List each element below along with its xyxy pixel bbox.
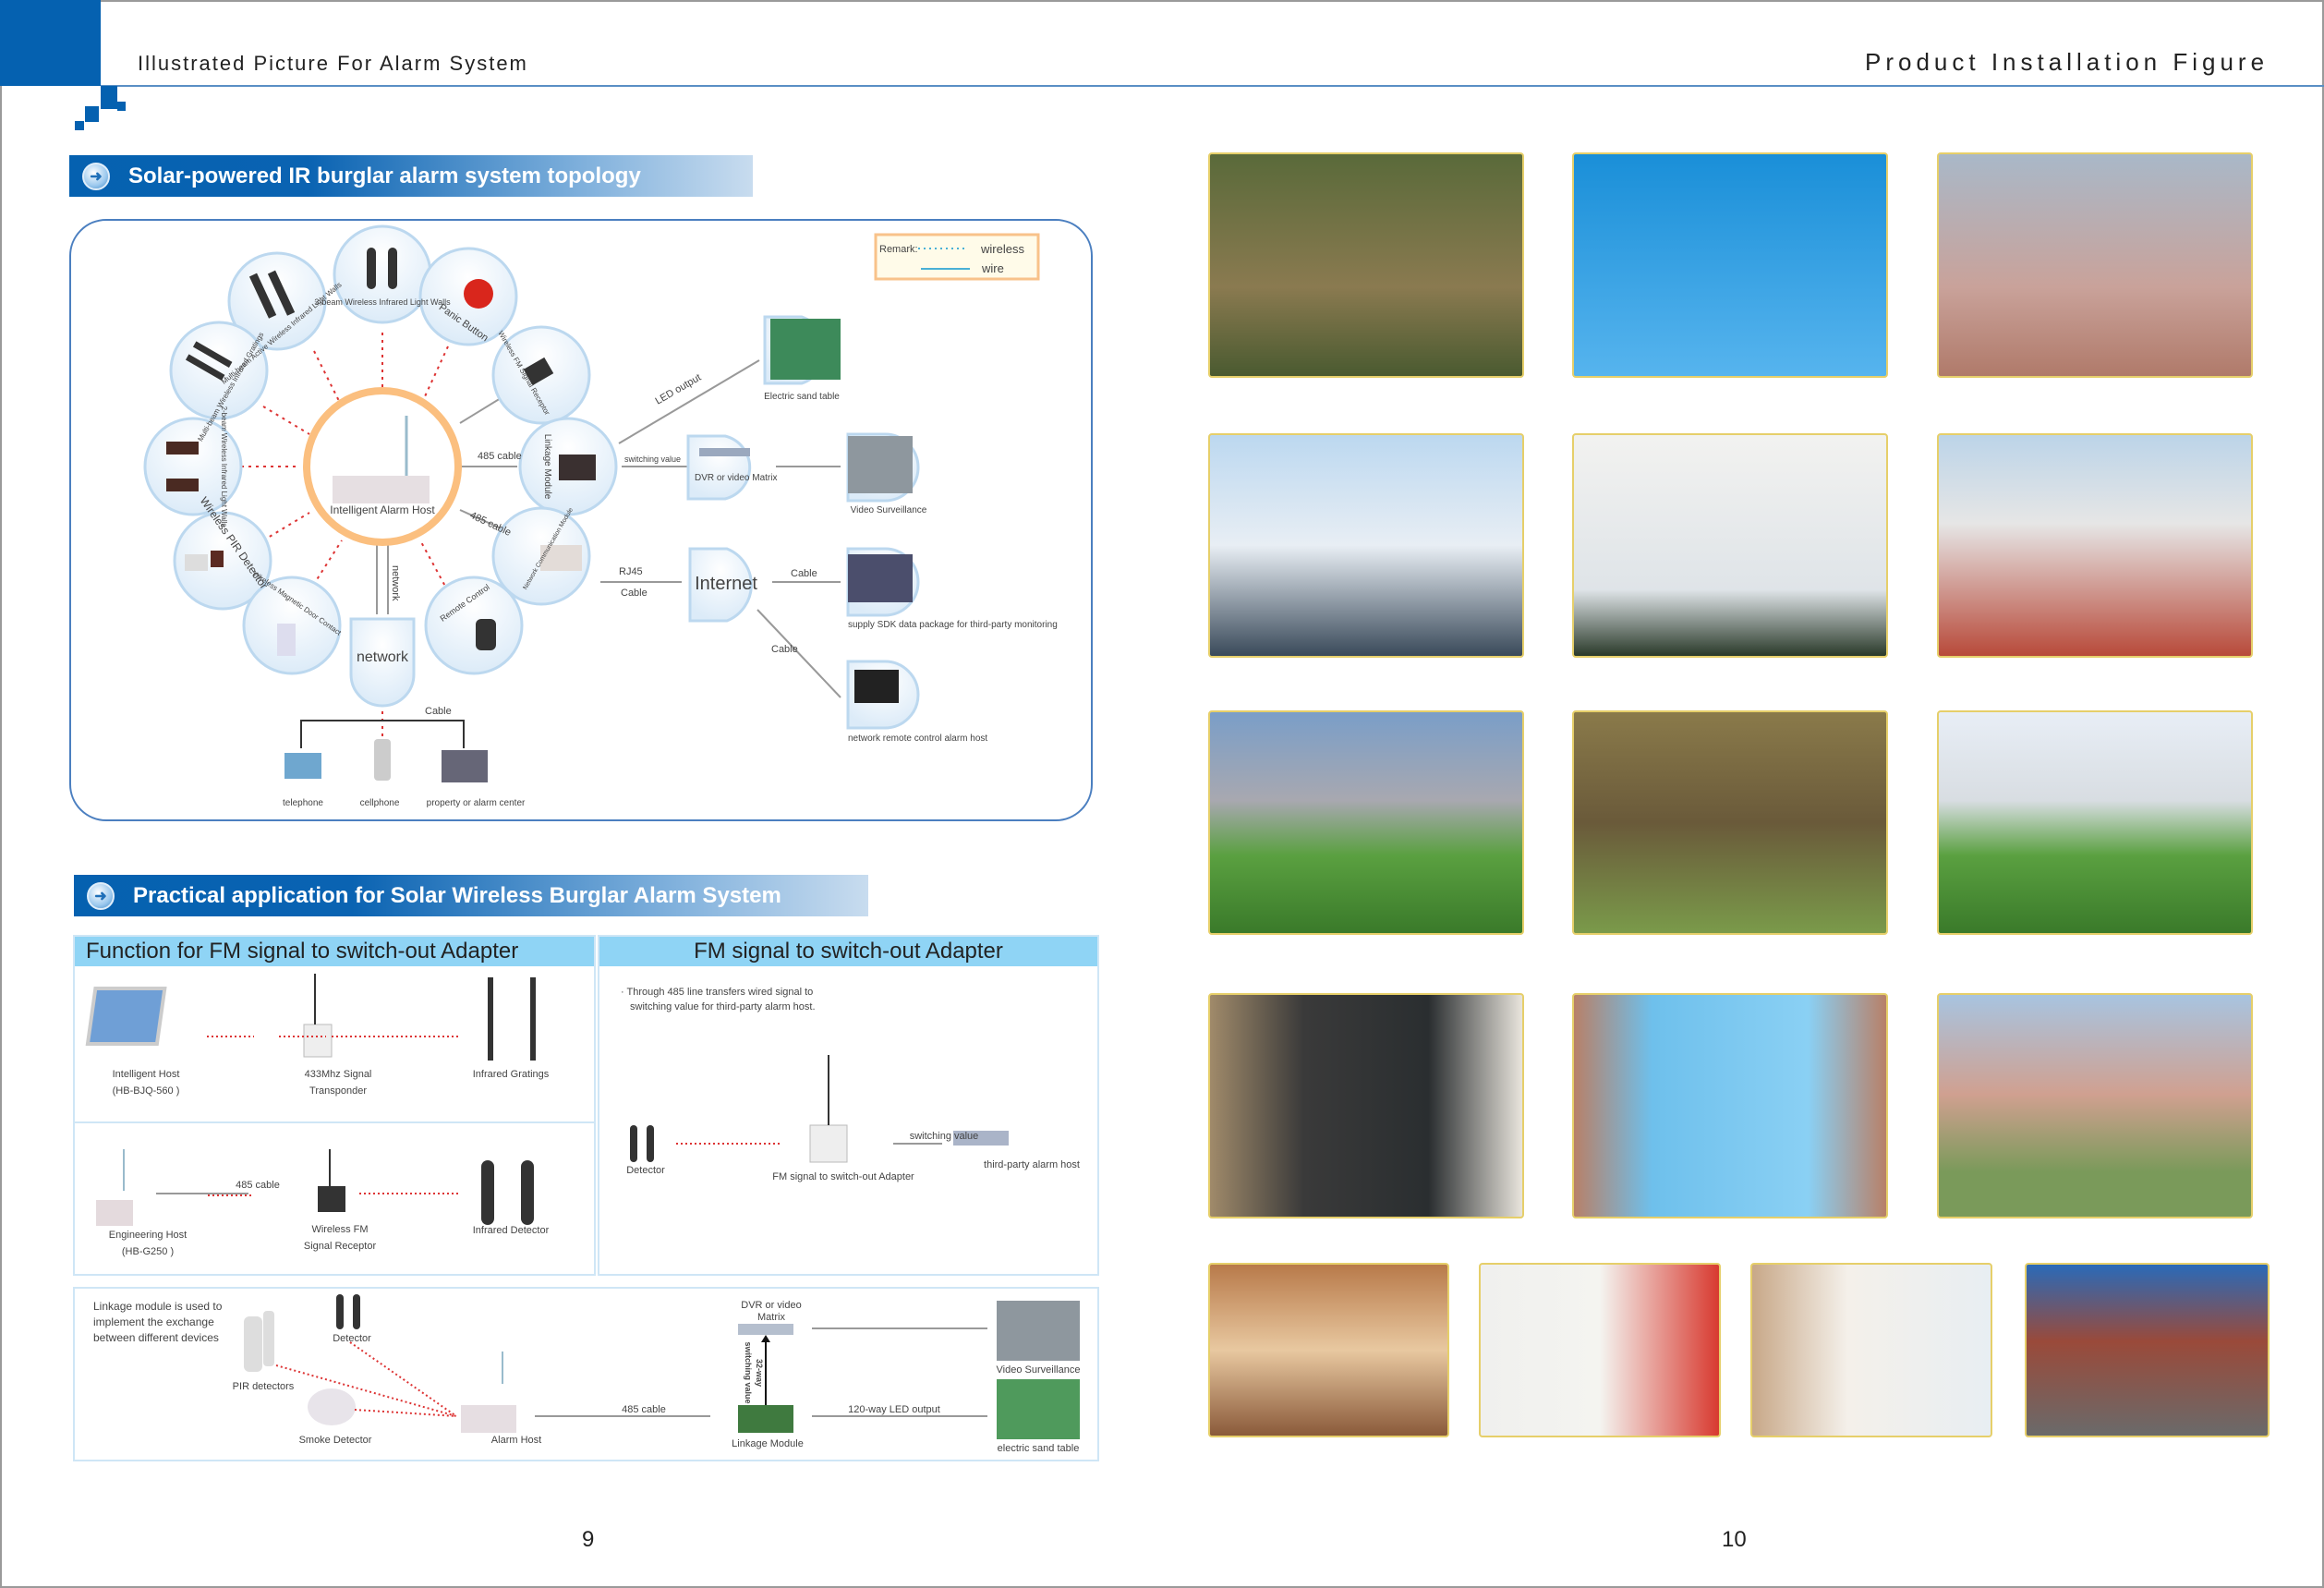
svg-text:433Mhz Signal: 433Mhz Signal xyxy=(305,1069,372,1080)
install-photo xyxy=(2025,1263,2270,1437)
svg-text:Cable: Cable xyxy=(621,588,648,599)
svg-text:Transponder: Transponder xyxy=(309,1085,367,1097)
svg-text:switching value: switching value xyxy=(910,1131,979,1142)
linkage-svg: Linkage module is used to implement the … xyxy=(93,1294,1081,1454)
svg-text:DVR or video Matrix: DVR or video Matrix xyxy=(695,473,777,483)
topology-svg: Intelligent Alarm Host 3-beam Wireless I… xyxy=(143,224,1058,808)
svg-text:switching value: switching value xyxy=(744,1341,753,1403)
install-photo xyxy=(1208,993,1524,1218)
svg-text:Infrared Gratings: Infrared Gratings xyxy=(473,1069,550,1080)
right-page-title: Product Installation Figure xyxy=(1865,48,2270,76)
svg-text:Engineering Host: Engineering Host xyxy=(109,1230,187,1241)
svg-text:Linkage Module: Linkage Module xyxy=(732,1438,804,1449)
alarm-host-image xyxy=(333,476,430,503)
svg-text:Detector: Detector xyxy=(626,1165,665,1176)
svg-text:2-beam Wireless Infrared Light: 2-beam Wireless Infrared Light Walls xyxy=(220,406,228,527)
install-photo xyxy=(1750,1263,1992,1437)
svg-text:· Through 485 line transfers w: · Through 485 line transfers wired signa… xyxy=(621,987,813,998)
svg-text:(HB-G250 ): (HB-G250 ) xyxy=(122,1246,174,1257)
panel-title: Function for FM signal to switch-out Ada… xyxy=(75,937,594,966)
section-title: Practical application for Solar Wireless… xyxy=(133,882,781,908)
svg-text:switching value: switching value xyxy=(624,455,681,464)
svg-text:property or alarm center: property or alarm center xyxy=(427,798,526,808)
label: Intelligent Host xyxy=(113,1069,180,1080)
install-photo xyxy=(1572,152,1888,378)
svg-text:Linkage module is used to: Linkage module is used to xyxy=(93,1300,223,1313)
section-header-practical: ➜ Practical application for Solar Wirele… xyxy=(74,875,868,916)
svg-text:Smoke Detector: Smoke Detector xyxy=(299,1435,372,1446)
svg-text:Cable: Cable xyxy=(771,644,798,655)
install-photo xyxy=(1208,152,1524,378)
svg-text:Cable: Cable xyxy=(425,706,452,717)
svg-text:Cable: Cable xyxy=(791,568,817,579)
page-number-left: 9 xyxy=(582,1527,595,1552)
svg-text:cellphone: cellphone xyxy=(360,798,400,808)
host-label: Intelligent Alarm Host xyxy=(330,503,435,516)
legend-remark: Remark: wireless wire xyxy=(874,233,1040,281)
install-photo xyxy=(1572,710,1888,935)
svg-text:LED output: LED output xyxy=(654,372,704,407)
svg-text:Infrared Detector: Infrared Detector xyxy=(473,1225,550,1236)
install-photo xyxy=(1208,710,1524,935)
svg-text:Linkage Module: Linkage Module xyxy=(542,434,552,500)
svg-text:Remark:: Remark: xyxy=(879,244,918,255)
svg-text:network: network xyxy=(390,565,401,601)
svg-text:telephone: telephone xyxy=(283,798,323,808)
svg-text:Internet: Internet xyxy=(695,574,757,594)
install-photo xyxy=(1572,433,1888,658)
install-photo xyxy=(1208,433,1524,658)
install-photo xyxy=(1937,993,2253,1218)
svg-text:Video Surveillance: Video Surveillance xyxy=(997,1364,1081,1376)
install-photo xyxy=(1479,1263,1721,1437)
svg-text:485 cable: 485 cable xyxy=(236,1180,280,1191)
fm-function-svg: Intelligent Host (HB-BJQ-560 ) 433Mhz Si… xyxy=(85,974,550,1257)
install-photo xyxy=(1208,1263,1449,1437)
install-photo xyxy=(1937,152,2253,378)
svg-text:electric sand table: electric sand table xyxy=(998,1443,1080,1454)
svg-text:Matrix: Matrix xyxy=(757,1312,785,1323)
svg-text:third-party alarm host: third-party alarm host xyxy=(984,1159,1080,1170)
svg-text:Alarm Host: Alarm Host xyxy=(491,1435,541,1446)
svg-text:PIR detectors: PIR detectors xyxy=(233,1381,295,1392)
svg-text:Wireless FM: Wireless FM xyxy=(311,1224,368,1235)
svg-text:Video Surveillance: Video Surveillance xyxy=(851,505,927,515)
svg-text:RJ45: RJ45 xyxy=(619,566,643,577)
svg-text:wireless: wireless xyxy=(980,242,1024,256)
svg-text:supply SDK data package for th: supply SDK data package for third-party … xyxy=(848,620,1058,630)
svg-text:implement the exchange: implement the exchange xyxy=(93,1315,214,1328)
svg-text:between different devices: between different devices xyxy=(93,1331,219,1344)
svg-text:3-beam Wireless Infrared Light: 3-beam Wireless Infrared Light Walls xyxy=(314,297,451,307)
install-photo xyxy=(1572,993,1888,1218)
arrow-circle-icon: ➜ xyxy=(87,881,115,910)
panel-title: FM signal to switch-out Adapter xyxy=(599,937,1097,966)
svg-text:network remote control alarm h: network remote control alarm host xyxy=(848,733,987,744)
fm-adapter-svg: · Through 485 line transfers wired signa… xyxy=(621,987,1080,1182)
install-photo xyxy=(1937,710,2253,935)
page-number-right: 10 xyxy=(1722,1527,1747,1552)
svg-text:FM signal to switch-out Adapte: FM signal to switch-out Adapter xyxy=(772,1171,914,1182)
install-photo xyxy=(1937,433,2253,658)
svg-text:DVR or video: DVR or video xyxy=(741,1300,801,1311)
svg-text:wire: wire xyxy=(981,261,1004,275)
node-labels: 3-beam Wireless Infrared Light Walls Mul… xyxy=(196,281,1058,808)
svg-text:485 cable: 485 cable xyxy=(478,451,522,462)
svg-text:Electric sand table: Electric sand table xyxy=(764,392,840,402)
svg-text:Detector: Detector xyxy=(333,1333,371,1344)
svg-text:network: network xyxy=(357,649,409,665)
svg-text:485 cable: 485 cable xyxy=(622,1404,666,1415)
svg-text:(HB-BJQ-560 ): (HB-BJQ-560 ) xyxy=(113,1085,180,1097)
svg-text:120-way LED output: 120-way LED output xyxy=(848,1404,940,1415)
svg-text:switching value for third-part: switching value for third-party alarm ho… xyxy=(630,1001,816,1012)
svg-text:32-way: 32-way xyxy=(755,1359,764,1387)
svg-text:Signal Receptor: Signal Receptor xyxy=(304,1241,377,1252)
host-ring xyxy=(303,387,462,546)
